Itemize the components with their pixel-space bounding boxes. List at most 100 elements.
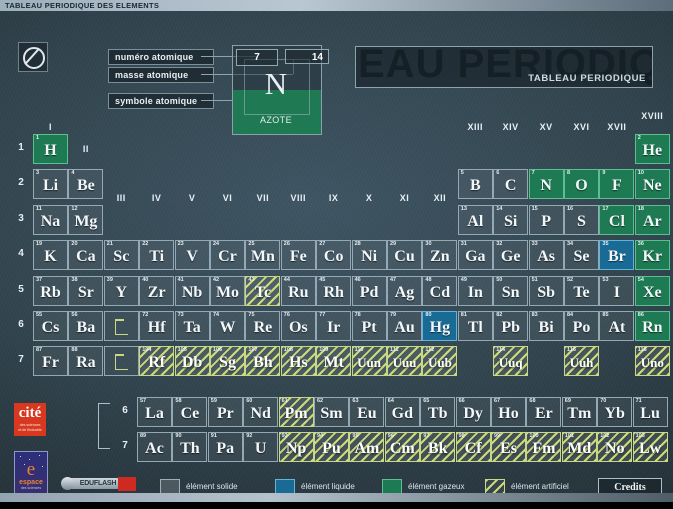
eduflash-logo[interactable]: EDUFLASH bbox=[61, 476, 136, 492]
element-cell-uuh[interactable]: 116 Uuh bbox=[564, 346, 599, 377]
element-cell-nb[interactable]: 41 Nb bbox=[174, 275, 210, 306]
element-cell-os[interactable]: 76 Os bbox=[280, 311, 316, 341]
element-cell-rf[interactable]: 104 Rf bbox=[139, 346, 175, 377]
element-cell-pa[interactable]: 91 Pa bbox=[207, 432, 243, 463]
element-cell-db[interactable]: 105 Db bbox=[174, 346, 210, 377]
element-cell-ar[interactable]: 18 Ar bbox=[634, 204, 670, 235]
element-cell-fe[interactable]: 26 Fe bbox=[280, 240, 316, 271]
element-cell-p[interactable]: 15 P bbox=[528, 204, 564, 235]
element-cell-fr[interactable]: 87 Fr bbox=[33, 346, 68, 377]
element-cell-zr[interactable]: 40 Zr bbox=[139, 275, 175, 306]
element-cell-sn[interactable]: 50 Sn bbox=[493, 275, 529, 306]
element-cell-al[interactable]: 13 Al bbox=[457, 204, 493, 235]
element-cell-dy[interactable]: 66 Dy bbox=[455, 397, 491, 427]
element-cell-cm[interactable]: 96 Cm bbox=[384, 432, 420, 463]
element-cell-np[interactable]: 93 Np bbox=[278, 432, 314, 463]
element-cell-se[interactable]: 34 Se bbox=[564, 240, 599, 271]
element-cell-sg[interactable]: 106 Sg bbox=[210, 346, 245, 377]
element-cell-ca[interactable]: 20 Ca bbox=[68, 240, 104, 271]
element-cell-h[interactable]: 1H bbox=[33, 134, 68, 164]
element-cell-si[interactable]: 14 Si bbox=[493, 204, 529, 235]
element-cell-cd[interactable]: 48 Cd bbox=[422, 275, 458, 306]
element-cell-ge[interactable]: 32 Ge bbox=[493, 240, 529, 271]
element-cell-no[interactable]: 102 No bbox=[597, 432, 633, 463]
element-cell-er[interactable]: 68 Er bbox=[526, 397, 562, 427]
element-cell-pt[interactable]: 78 Pt bbox=[351, 311, 387, 341]
element-cell-u[interactable]: 92 U bbox=[243, 432, 279, 463]
fblock-marker-row-7[interactable] bbox=[103, 346, 139, 377]
element-cell-c[interactable]: 6C bbox=[493, 169, 529, 200]
element-cell-cs[interactable]: 55 Cs bbox=[33, 311, 68, 341]
element-cell-pb[interactable]: 82 Pb bbox=[493, 311, 529, 341]
element-cell-pr[interactable]: 59 Pr bbox=[207, 397, 243, 427]
element-cell-ir[interactable]: 77 Ir bbox=[316, 311, 352, 341]
element-cell-mo[interactable]: 42 Mo bbox=[210, 275, 245, 306]
element-cell-hf[interactable]: 72 Hf bbox=[139, 311, 175, 341]
element-cell-md[interactable]: 101 Md bbox=[561, 432, 597, 463]
element-cell-sr[interactable]: 38 Sr bbox=[68, 275, 104, 306]
element-cell-nd[interactable]: 60 Nd bbox=[243, 397, 279, 427]
element-cell-as[interactable]: 33 As bbox=[528, 240, 564, 271]
element-cell-na[interactable]: 11 Na bbox=[33, 204, 68, 235]
element-cell-rh[interactable]: 45 Rh bbox=[316, 275, 352, 306]
element-cell-sm[interactable]: 62 Sm bbox=[314, 397, 349, 427]
element-cell-ce[interactable]: 58 Ce bbox=[172, 397, 208, 427]
element-cell-pu[interactable]: 94 Pu bbox=[314, 432, 349, 463]
element-cell-mg[interactable]: 12 Mg bbox=[68, 204, 104, 235]
element-cell-hg[interactable]: 80 Hg bbox=[422, 311, 458, 341]
element-cell-ru[interactable]: 44 Ru bbox=[280, 275, 316, 306]
element-cell-au[interactable]: 79 Au bbox=[387, 311, 422, 341]
element-cell-i[interactable]: 53 I bbox=[599, 275, 635, 306]
element-cell-te[interactable]: 52 Te bbox=[564, 275, 599, 306]
element-cell-ta[interactable]: 73 Ta bbox=[174, 311, 210, 341]
cite-des-sciences-logo[interactable]: cité des sciences et de l'industrie bbox=[14, 403, 46, 436]
element-cell-ba[interactable]: 56 Ba bbox=[68, 311, 104, 341]
element-cell-n[interactable]: 7N bbox=[528, 169, 564, 200]
element-cell-ra[interactable]: 88 Ra bbox=[68, 346, 104, 377]
element-cell-re[interactable]: 75 Re bbox=[245, 311, 281, 341]
element-cell-sc[interactable]: 21 Sc bbox=[103, 240, 139, 271]
element-cell-eu[interactable]: 63 Eu bbox=[349, 397, 385, 427]
element-cell-bk[interactable]: 97 Bk bbox=[420, 432, 456, 463]
element-cell-th[interactable]: 90 Th bbox=[172, 432, 208, 463]
element-cell-mn[interactable]: 25 Mn bbox=[245, 240, 281, 271]
element-cell-in[interactable]: 49 In bbox=[457, 275, 493, 306]
element-cell-kr[interactable]: 36 Kr bbox=[634, 240, 670, 271]
element-cell-tc[interactable]: 43 Tc bbox=[245, 275, 281, 306]
element-cell-uun[interactable]: 110 Uun bbox=[351, 346, 387, 377]
element-cell-zn[interactable]: 30 Zn bbox=[422, 240, 458, 271]
element-cell-ga[interactable]: 31 Ga bbox=[457, 240, 493, 271]
element-cell-v[interactable]: 23 V bbox=[174, 240, 210, 271]
element-cell-lw[interactable]: 103 Lw bbox=[632, 432, 668, 463]
element-cell-at[interactable]: 85 At bbox=[599, 311, 635, 341]
element-cell-w[interactable]: 74 W bbox=[210, 311, 245, 341]
element-cell-uuu[interactable]: 111 Uuu bbox=[387, 346, 422, 377]
element-cell-cl[interactable]: 17 Cl bbox=[599, 204, 635, 235]
element-cell-xe[interactable]: 54 Xe bbox=[634, 275, 670, 306]
element-cell-am[interactable]: 95 Am bbox=[349, 432, 385, 463]
element-cell-cf[interactable]: 98 Cf bbox=[455, 432, 491, 463]
element-cell-ho[interactable]: 67 Ho bbox=[491, 397, 526, 427]
element-cell-bi[interactable]: 83 Bi bbox=[528, 311, 564, 341]
element-cell-rn[interactable]: 86 Rn bbox=[634, 311, 670, 341]
element-cell-fm[interactable]: 100 Fm bbox=[526, 432, 562, 463]
element-cell-br[interactable]: 35 Br bbox=[599, 240, 635, 271]
element-cell-hs[interactable]: 108 Hs bbox=[280, 346, 316, 377]
element-cell-he[interactable]: 2 He bbox=[634, 134, 670, 164]
espace-des-sciences-logo[interactable]: e espace des sciences bbox=[14, 451, 48, 493]
element-cell-lu[interactable]: 71 Lu bbox=[632, 397, 668, 427]
element-cell-po[interactable]: 84 Po bbox=[564, 311, 599, 341]
element-cell-ti[interactable]: 22 Ti bbox=[139, 240, 175, 271]
element-cell-es[interactable]: 99 Es bbox=[491, 432, 526, 463]
element-cell-ni[interactable]: 28 Ni bbox=[351, 240, 387, 271]
element-cell-la[interactable]: 57 La bbox=[137, 397, 172, 427]
element-cell-s[interactable]: 16 S bbox=[564, 204, 599, 235]
element-cell-cr[interactable]: 24 Cr bbox=[210, 240, 245, 271]
element-cell-pm[interactable]: 61 Pm bbox=[278, 397, 314, 427]
element-cell-uub[interactable]: 112 Uub bbox=[422, 346, 458, 377]
element-cell-o[interactable]: 8O bbox=[564, 169, 599, 200]
element-cell-mt[interactable]: 109 Mt bbox=[316, 346, 352, 377]
credits-button[interactable]: Credits bbox=[598, 478, 662, 493]
element-cell-ne[interactable]: 10 Ne bbox=[634, 169, 670, 200]
element-cell-yb[interactable]: 70 Yb bbox=[597, 397, 633, 427]
